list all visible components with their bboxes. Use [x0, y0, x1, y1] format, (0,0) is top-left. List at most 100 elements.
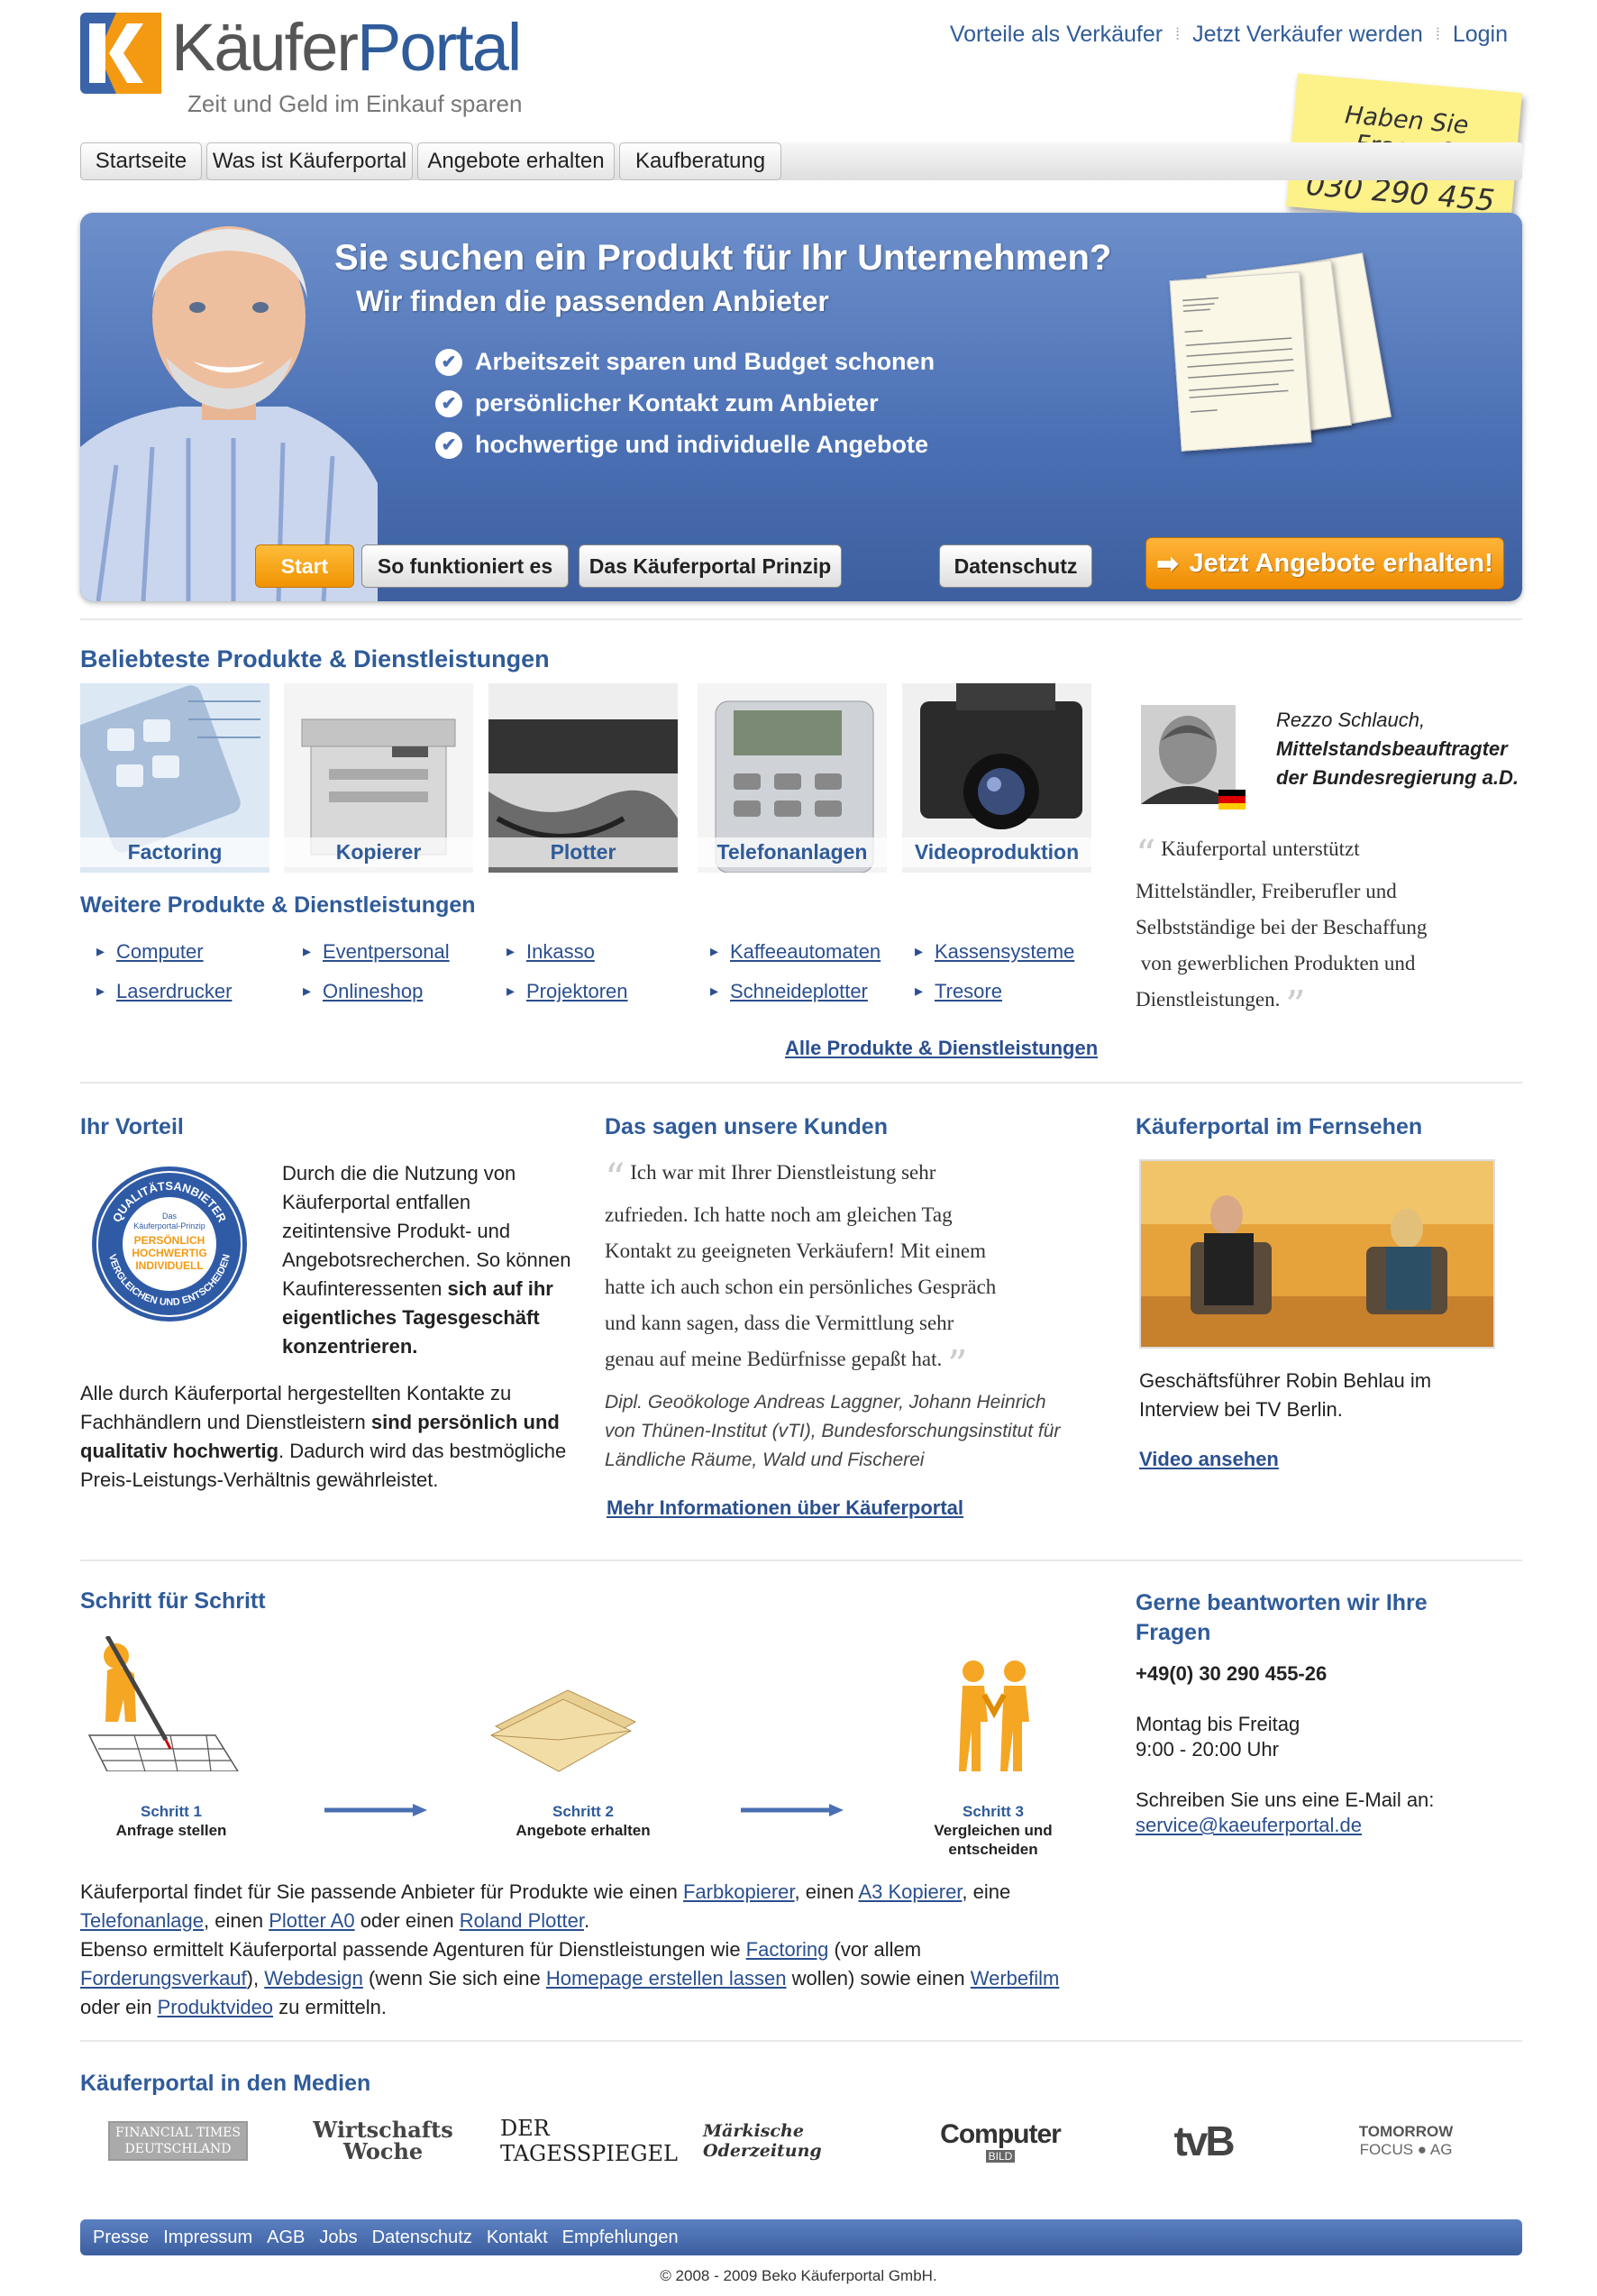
link-forderungsverkauf[interactable]: Forderungsverkauf — [80, 1967, 247, 1990]
link-produktvideo[interactable]: Produktvideo — [158, 1996, 273, 2018]
top-nav: Vorteile als Verkäufer ⁞ Jetzt Verkäufer… — [950, 22, 1508, 48]
top-link-vorteile[interactable]: Vorteile als Verkäufer — [950, 22, 1163, 48]
media-title: Käuferportal in den Medien — [80, 2071, 371, 2096]
product-link[interactable]: Projektoren — [506, 980, 627, 1003]
product-link[interactable]: Laserdrucker — [96, 980, 232, 1003]
product-tile-videoproduktion[interactable]: Videoproduktion — [902, 683, 1091, 873]
popular-products-title: Beliebteste Produkte & Dienstleistungen — [80, 645, 550, 672]
check-icon: ✔ — [435, 348, 462, 376]
maerkische-oderzeitung-logo: Märkische Oderzeitung — [703, 2121, 822, 2161]
computer-bild-logo: Computer BILD — [940, 2119, 1062, 2163]
contact-title: Gerne beantworten wir Ihre Fragen — [1136, 1590, 1428, 1645]
testimonial-author: Rezzo Schlauch, Mittelstandsbeauftragter… — [1276, 709, 1519, 789]
vorteil-title: Ihr Vorteil — [80, 1114, 184, 1139]
handshake-figures-icon — [954, 1659, 1035, 1776]
quality-seal-icon: QUALITÄTSANBIETER VERGLEICHEN UND ENTSCH… — [88, 1163, 251, 1325]
product-link[interactable]: Kaffeeautomaten — [710, 940, 881, 964]
wirtschaftswoche-logo: Wirtschafts Woche — [313, 2117, 453, 2164]
tab-was-ist[interactable]: Was ist Käuferportal — [206, 142, 413, 180]
contact-info: +49(0) 30 290 455-26 Montag bis Freitag … — [1136, 1662, 1435, 1836]
watch-video-link[interactable]: Video ansehen — [1139, 1448, 1279, 1471]
hero-title: Sie suchen ein Produkt für Ihr Unternehm… — [334, 238, 1112, 278]
step-3-caption: Schritt 3 Vergleichen und entscheiden — [934, 1803, 1053, 1858]
hero-bullet: ✔ persönlicher Kontakt zum Anbieter — [435, 389, 879, 417]
hero-banner: Sie suchen ein Produkt für Ihr Unternehm… — [80, 213, 1522, 601]
tv-caption: Geschäftsführer Robin Behlau im Intervie… — [1139, 1369, 1432, 1421]
product-tile-plotter[interactable]: Plotter — [488, 683, 678, 873]
footer-link-agb[interactable]: AGB — [267, 2227, 305, 2248]
arrow-right-icon — [324, 1803, 428, 1817]
link-webdesign[interactable]: Webdesign — [264, 1967, 363, 1990]
footer-nav: Presse Impressum AGB Jobs Datenschutz Ko… — [80, 2219, 1522, 2255]
get-offers-button[interactable]: ➡ Jetzt Angebote erhalten! — [1145, 537, 1504, 590]
check-icon: ✔ — [435, 389, 462, 417]
principle-button[interactable]: Das Käuferportal Prinzip — [579, 544, 842, 588]
footer-link-kontakt[interactable]: Kontakt — [487, 2227, 548, 2248]
top-link-login[interactable]: Login — [1453, 22, 1508, 48]
step-1-caption: Schritt 1 Anfrage stellen — [115, 1803, 227, 1839]
tagesspiegel-logo: DER TAGESSPIEGEL — [500, 2116, 678, 2166]
product-link[interactable]: Kassensysteme — [915, 940, 1074, 964]
link-telefonanlage[interactable]: Telefonanlage — [80, 1909, 204, 1932]
main-nav: Startseite Was ist Käuferportal Angebote… — [80, 142, 1522, 180]
svg-text:PERSÖNLICH: PERSÖNLICH — [134, 1233, 205, 1247]
svg-text:Das: Das — [162, 1212, 178, 1221]
advisor-photo — [80, 226, 378, 601]
tomorrow-focus-logo: TOMORROW FOCUS ● AG — [1358, 2123, 1454, 2158]
financial-times-logo: FINANCIAL TIMES DEUTSCHLAND — [99, 2114, 257, 2168]
footer-link-impressum[interactable]: Impressum — [163, 2227, 252, 2248]
logo-text[interactable]: KäuferPortal — [171, 14, 522, 81]
footer-link-datenschutz[interactable]: Datenschutz — [372, 2227, 472, 2248]
more-products-title: Weitere Produkte & Dienstleistungen — [80, 892, 476, 918]
top-link-verkaeufer-werden[interactable]: Jetzt Verkäufer werden — [1192, 22, 1423, 48]
tv-interview-video-thumbnail[interactable] — [1139, 1159, 1495, 1349]
product-tile-factoring[interactable]: Factoring — [80, 683, 269, 873]
product-link[interactable]: Schneideplotter — [710, 980, 868, 1003]
envelopes-icon — [487, 1672, 640, 1780]
footer-link-empfehlungen[interactable]: Empfehlungen — [562, 2227, 679, 2248]
divider — [80, 1560, 1522, 1561]
product-link[interactable]: Onlineshop — [303, 980, 423, 1003]
customers-title: Das sagen unsere Kunden — [605, 1114, 888, 1139]
product-link[interactable]: Tresore — [915, 980, 1002, 1003]
divider — [80, 618, 1522, 620]
hero-start-button[interactable]: Start — [255, 544, 354, 588]
how-it-works-button[interactable]: So funktioniert es — [361, 544, 569, 588]
hero-subtitle: Wir finden die passenden Anbieter — [356, 285, 829, 317]
tagline: Zeit und Geld im Einkauf sparen — [187, 90, 523, 117]
privacy-button[interactable]: Datenschutz — [939, 544, 1092, 588]
logo-icon[interactable] — [80, 13, 161, 94]
step-2-caption: Schritt 2 Angebote erhalten — [516, 1803, 651, 1839]
link-roland-plotter[interactable]: Roland Plotter — [460, 1909, 584, 1932]
link-farbkopierer[interactable]: Farbkopierer — [683, 1880, 795, 1903]
footer-link-presse[interactable]: Presse — [93, 2227, 149, 2248]
request-figure-icon — [80, 1634, 242, 1772]
tab-startseite[interactable]: Startseite — [80, 142, 202, 180]
customer-author: Dipl. Geoökologe Andreas Laggner, Johann… — [605, 1392, 1061, 1470]
product-link[interactable]: Inkasso — [506, 940, 595, 964]
link-factoring[interactable]: Factoring — [746, 1938, 829, 1961]
product-link[interactable]: Eventpersonal — [303, 940, 450, 964]
check-icon: ✔ — [435, 431, 462, 459]
footer-link-jobs[interactable]: Jobs — [319, 2227, 357, 2248]
svg-text:INDIVIDUELL: INDIVIDUELL — [135, 1259, 203, 1272]
product-tile-kopierer[interactable]: Kopierer — [284, 683, 473, 873]
tab-angebote[interactable]: Angebote erhalten — [417, 142, 615, 180]
link-werbefilm[interactable]: Werbefilm — [971, 1967, 1060, 1990]
svg-text:Käuferportal-Prinzip: Käuferportal-Prinzip — [133, 1221, 205, 1230]
product-tile-telefonanlagen[interactable]: Telefonanlagen — [698, 683, 887, 873]
divider — [80, 2040, 1522, 2042]
steps-title: Schritt für Schritt — [80, 1588, 266, 1614]
hero-bullet: ✔ hochwertige und individuelle Angebote — [435, 431, 928, 459]
link-homepage[interactable]: Homepage erstellen lassen — [546, 1967, 787, 1990]
all-products-link[interactable]: Alle Produkte & Dienstleistungen — [785, 1037, 1098, 1060]
link-plotter-a0[interactable]: Plotter A0 — [269, 1909, 354, 1932]
contact-email-link[interactable]: service@kaeuferportal.de — [1136, 1814, 1362, 1836]
customer-quote: “ Ich war mit Ihrer Dienstleistung sehr … — [605, 1156, 997, 1388]
arrow-right-icon: ➡ — [1156, 549, 1179, 579]
tab-kaufberatung[interactable]: Kaufberatung — [619, 142, 781, 180]
link-a3-kopierer[interactable]: A3 Kopierer — [858, 1880, 962, 1903]
product-link[interactable]: Computer — [96, 940, 204, 964]
separator: ⁞ — [1175, 25, 1181, 43]
more-info-link[interactable]: Mehr Informationen über Käuferportal — [607, 1496, 963, 1520]
